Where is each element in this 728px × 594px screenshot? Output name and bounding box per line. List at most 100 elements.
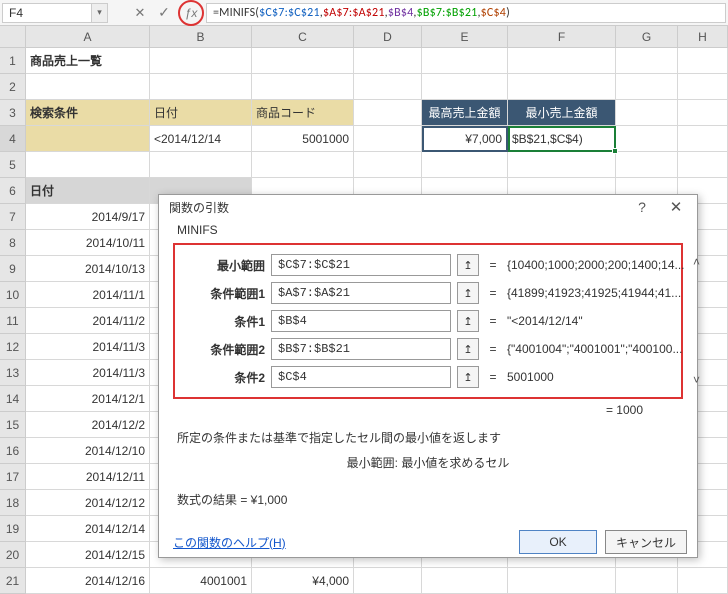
cell[interactable] [422, 48, 508, 74]
insert-function-icon[interactable]: ƒx [182, 4, 200, 22]
col-header[interactable]: G [616, 26, 678, 48]
row-header[interactable]: 15 [0, 412, 26, 438]
cell[interactable] [678, 152, 728, 178]
cell[interactable] [678, 126, 728, 152]
col-header[interactable]: H [678, 26, 728, 48]
cell[interactable] [252, 74, 354, 100]
cell[interactable] [150, 74, 252, 100]
row-header[interactable]: 12 [0, 334, 26, 360]
cell[interactable] [422, 568, 508, 594]
arg-input-criteria2[interactable]: $C$4 [271, 366, 451, 388]
help-icon[interactable]: ? [625, 195, 659, 219]
cell[interactable]: 2014/12/10 [26, 438, 150, 464]
cell[interactable] [150, 48, 252, 74]
cell[interactable]: $B$21,$C$4) [508, 126, 616, 152]
row-header[interactable]: 9 [0, 256, 26, 282]
cell[interactable] [252, 152, 354, 178]
cell[interactable] [422, 152, 508, 178]
cell[interactable]: ¥7,000 [422, 126, 508, 152]
function-help-link[interactable]: この関数のヘルプ(H) [173, 534, 511, 551]
name-box[interactable]: F4 [2, 3, 92, 23]
cell[interactable] [354, 126, 422, 152]
cell[interactable] [678, 100, 728, 126]
cell[interactable]: 2014/11/3 [26, 360, 150, 386]
cell[interactable]: 最小売上金額 [508, 100, 616, 126]
fill-handle[interactable] [612, 148, 618, 154]
cell[interactable]: 2014/11/1 [26, 282, 150, 308]
cell[interactable]: 5001000 [252, 126, 354, 152]
row-header[interactable]: 21 [0, 568, 26, 594]
cell[interactable] [26, 74, 150, 100]
cell[interactable]: 検索条件 [26, 100, 150, 126]
cell[interactable]: 最高売上金額 [422, 100, 508, 126]
row-header[interactable]: 6 [0, 178, 26, 204]
cell[interactable] [150, 152, 252, 178]
row-header[interactable]: 7 [0, 204, 26, 230]
range-picker-icon[interactable] [457, 338, 479, 360]
cell[interactable] [616, 152, 678, 178]
cell[interactable] [422, 74, 508, 100]
enter-icon[interactable] [152, 3, 176, 23]
row-header[interactable]: 11 [0, 308, 26, 334]
cell[interactable]: 2014/11/3 [26, 334, 150, 360]
cell[interactable] [26, 152, 150, 178]
row-header[interactable]: 18 [0, 490, 26, 516]
col-header[interactable]: A [26, 26, 150, 48]
row-header[interactable]: 13 [0, 360, 26, 386]
row-header[interactable]: 5 [0, 152, 26, 178]
cell[interactable] [354, 568, 422, 594]
cell[interactable] [678, 568, 728, 594]
arg-input-min-range[interactable]: $C$7:$C$21 [271, 254, 451, 276]
row-header[interactable]: 16 [0, 438, 26, 464]
range-picker-icon[interactable] [457, 254, 479, 276]
cell[interactable] [678, 74, 728, 100]
cell[interactable] [616, 100, 678, 126]
row-header[interactable]: 4 [0, 126, 26, 152]
cell[interactable]: 2014/12/2 [26, 412, 150, 438]
cell[interactable]: 商品コード [252, 100, 354, 126]
row-header[interactable]: 10 [0, 282, 26, 308]
cell[interactable]: 日付 [150, 100, 252, 126]
close-icon[interactable]: ✕ [659, 195, 693, 219]
cell[interactable] [354, 48, 422, 74]
cell[interactable] [354, 100, 422, 126]
cell[interactable] [616, 568, 678, 594]
range-picker-icon[interactable] [457, 366, 479, 388]
cell[interactable]: 2014/10/13 [26, 256, 150, 282]
cell[interactable]: 日付 [26, 178, 150, 204]
range-picker-icon[interactable] [457, 282, 479, 304]
range-picker-icon[interactable] [457, 310, 479, 332]
col-header[interactable]: D [354, 26, 422, 48]
cell[interactable]: 2014/9/17 [26, 204, 150, 230]
cell[interactable] [508, 74, 616, 100]
chevron-down-icon[interactable]: ˅ [689, 373, 705, 387]
arg-input-criteria-range2[interactable]: $B$7:$B$21 [271, 338, 451, 360]
cell[interactable] [252, 48, 354, 74]
cell[interactable] [26, 126, 150, 152]
col-header[interactable]: E [422, 26, 508, 48]
cell[interactable]: 2014/12/14 [26, 516, 150, 542]
row-header[interactable]: 1 [0, 48, 26, 74]
cancel-button[interactable]: キャンセル [605, 530, 687, 554]
cell[interactable]: 2014/12/12 [26, 490, 150, 516]
cell[interactable] [508, 568, 616, 594]
cell[interactable] [616, 48, 678, 74]
cell[interactable] [616, 74, 678, 100]
cell[interactable] [508, 48, 616, 74]
cell[interactable]: <2014/12/14 [150, 126, 252, 152]
col-header[interactable]: C [252, 26, 354, 48]
cell[interactable]: ¥4,000 [252, 568, 354, 594]
row-header[interactable]: 20 [0, 542, 26, 568]
cell[interactable] [616, 126, 678, 152]
arg-input-criteria1[interactable]: $B$4 [271, 310, 451, 332]
row-header[interactable]: 19 [0, 516, 26, 542]
cell[interactable]: 2014/12/1 [26, 386, 150, 412]
row-header[interactable]: 17 [0, 464, 26, 490]
ok-button[interactable]: OK [519, 530, 597, 554]
row-header[interactable]: 14 [0, 386, 26, 412]
row-header[interactable]: 3 [0, 100, 26, 126]
cell[interactable]: 4001001 [150, 568, 252, 594]
cell[interactable]: 2014/10/11 [26, 230, 150, 256]
chevron-up-icon[interactable]: ˄ [689, 255, 705, 269]
cell[interactable]: 2014/11/2 [26, 308, 150, 334]
